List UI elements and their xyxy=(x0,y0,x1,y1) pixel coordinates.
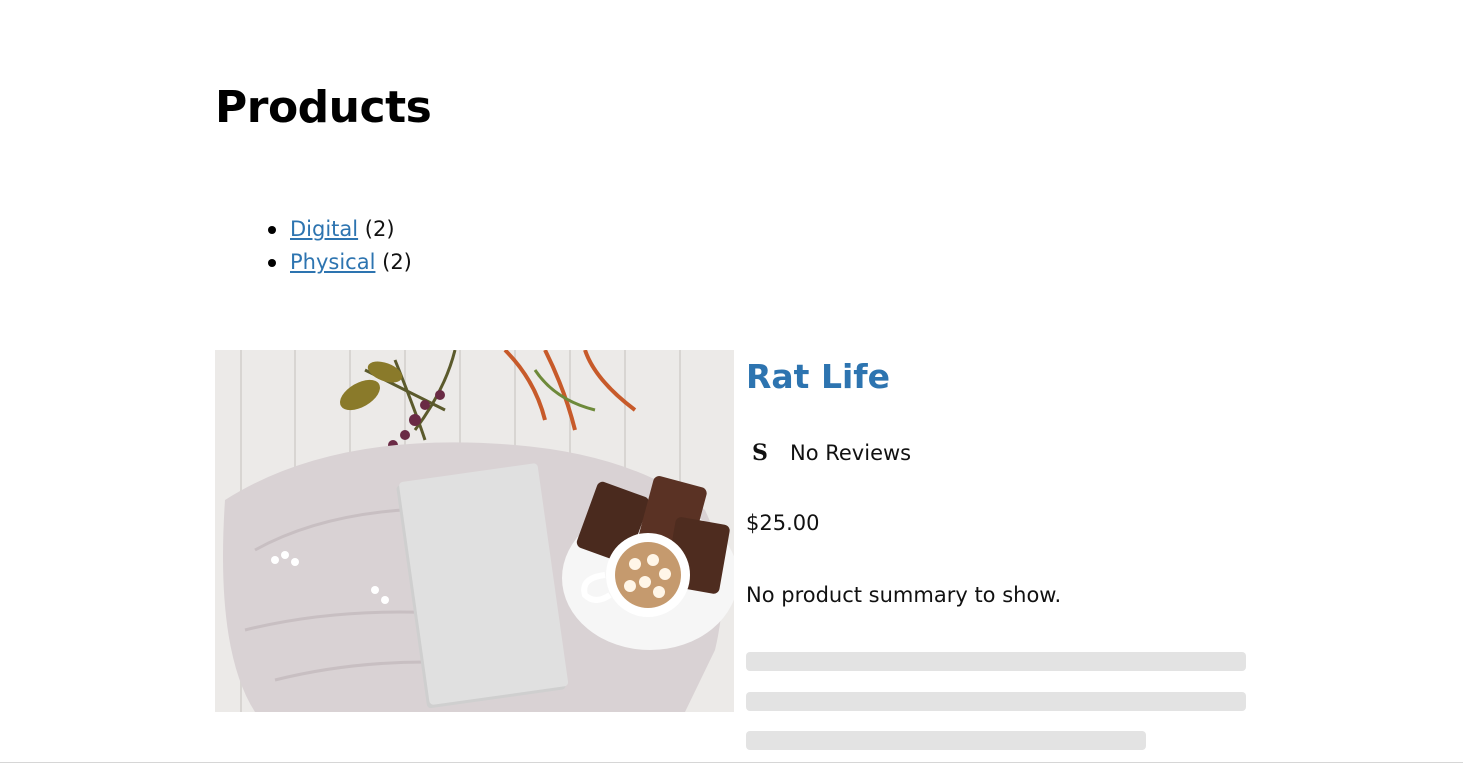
product-image[interactable] xyxy=(215,350,734,712)
reviews-label: No Reviews xyxy=(790,441,912,465)
product-reviews: S No Reviews xyxy=(752,440,911,466)
category-item-physical: Physical (2) xyxy=(250,246,412,279)
divider xyxy=(0,762,1463,763)
skeleton-line xyxy=(746,652,1246,671)
star-icon: S xyxy=(752,440,768,466)
skeleton-line xyxy=(746,692,1246,711)
page: Products Digital (2) Physical (2) Rat Li… xyxy=(0,0,1463,774)
category-count: (2) xyxy=(364,217,395,241)
category-item-digital: Digital (2) xyxy=(250,213,412,246)
product-summary: No product summary to show. xyxy=(746,583,1062,607)
category-list: Digital (2) Physical (2) xyxy=(250,213,412,279)
category-count: (2) xyxy=(382,250,412,274)
skeleton-line xyxy=(746,731,1146,750)
category-link-digital[interactable]: Digital xyxy=(290,217,358,241)
product-price: $25.00 xyxy=(746,511,820,535)
product-title[interactable]: Rat Life xyxy=(746,357,890,396)
page-title: Products xyxy=(215,82,432,133)
category-link-physical[interactable]: Physical xyxy=(290,250,375,274)
